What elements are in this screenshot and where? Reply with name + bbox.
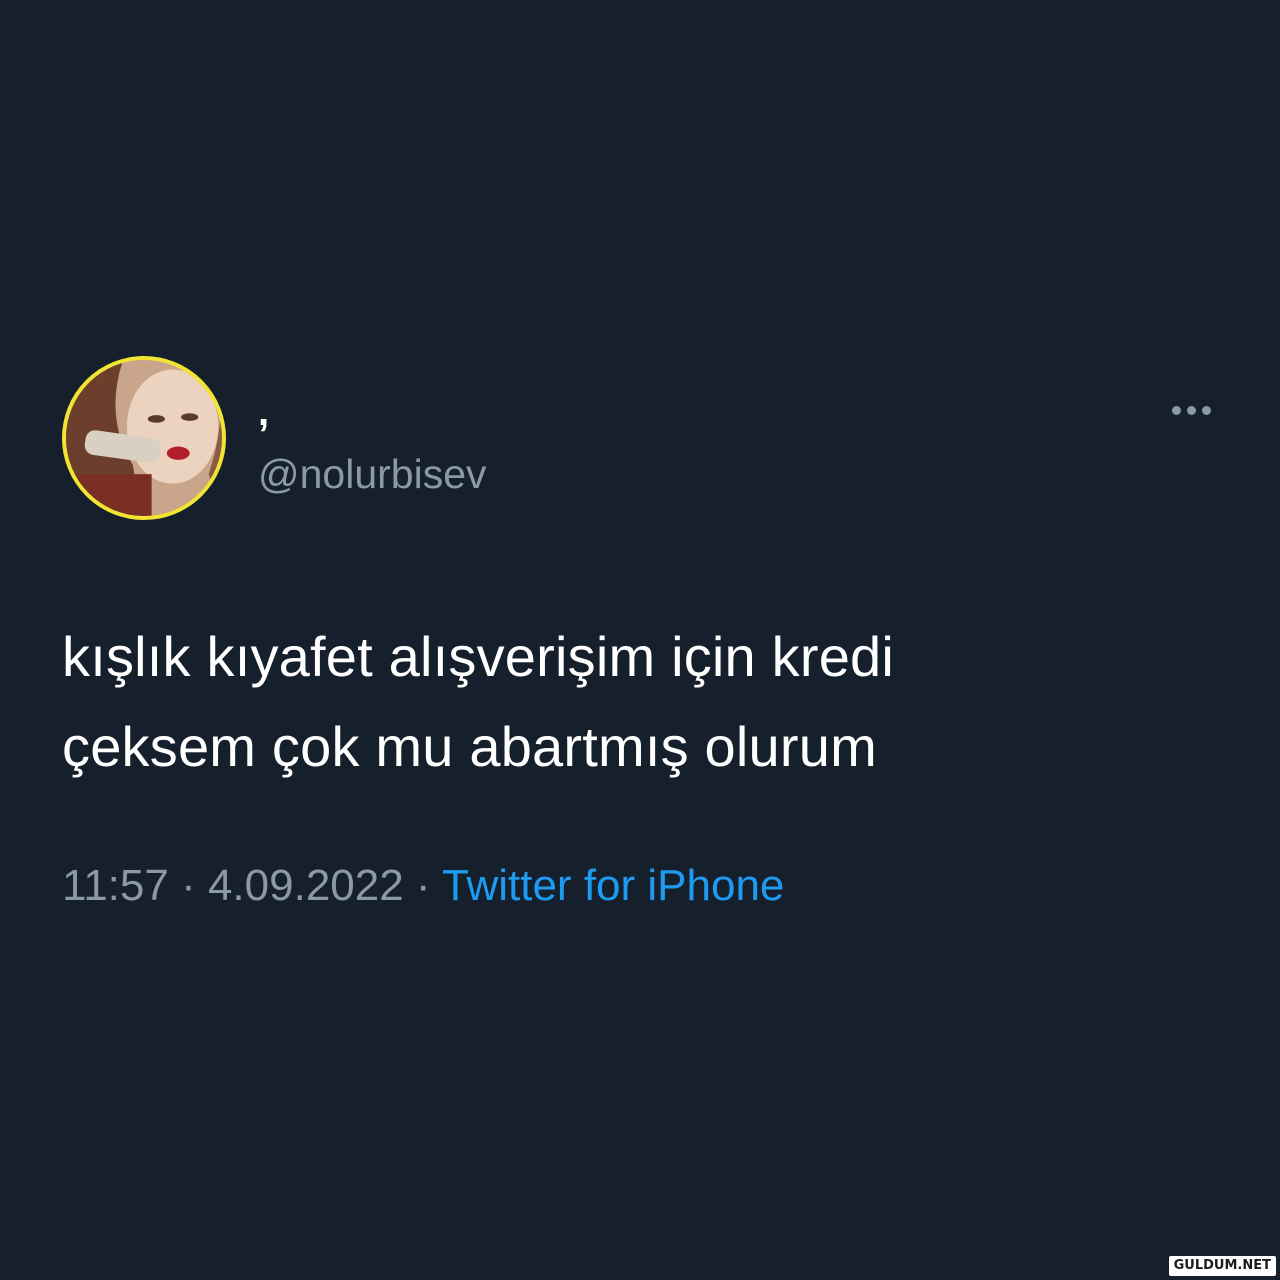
meta-separator: ·: [168, 861, 208, 910]
tweet-text-line: çeksem çok mu abartmış olurum: [62, 715, 877, 778]
tweet-time[interactable]: 11:57: [62, 861, 169, 910]
tweet-text-line: kışlık kıyafet alışverişim için kredi: [62, 625, 895, 688]
more-options-button[interactable]: [1162, 394, 1220, 426]
tweet-source-link[interactable]: Twitter for iPhone: [442, 861, 784, 910]
avatar-image: [66, 360, 222, 516]
tweet-card: , @nolurbisev kışlık kıyafet alışverişim…: [0, 0, 1280, 1280]
more-horizontal-icon-dot: [1186, 405, 1196, 415]
tweet-text: kışlık kıyafet alışverişim için kredi çe…: [62, 612, 1162, 792]
user-handle[interactable]: @nolurbisev: [258, 452, 487, 496]
avatar[interactable]: [62, 356, 226, 520]
meta-separator: ·: [403, 861, 443, 910]
watermark-logo: GULDUM.NET: [1168, 1256, 1276, 1276]
tweet-date[interactable]: 4.09.2022: [208, 861, 404, 910]
display-name[interactable]: ,: [258, 392, 269, 432]
more-horizontal-icon-dot: [1201, 405, 1211, 415]
tweet-metadata: 11:57 · 4.09.2022 · Twitter for iPhone: [62, 860, 784, 912]
more-horizontal-icon: [1171, 405, 1181, 415]
